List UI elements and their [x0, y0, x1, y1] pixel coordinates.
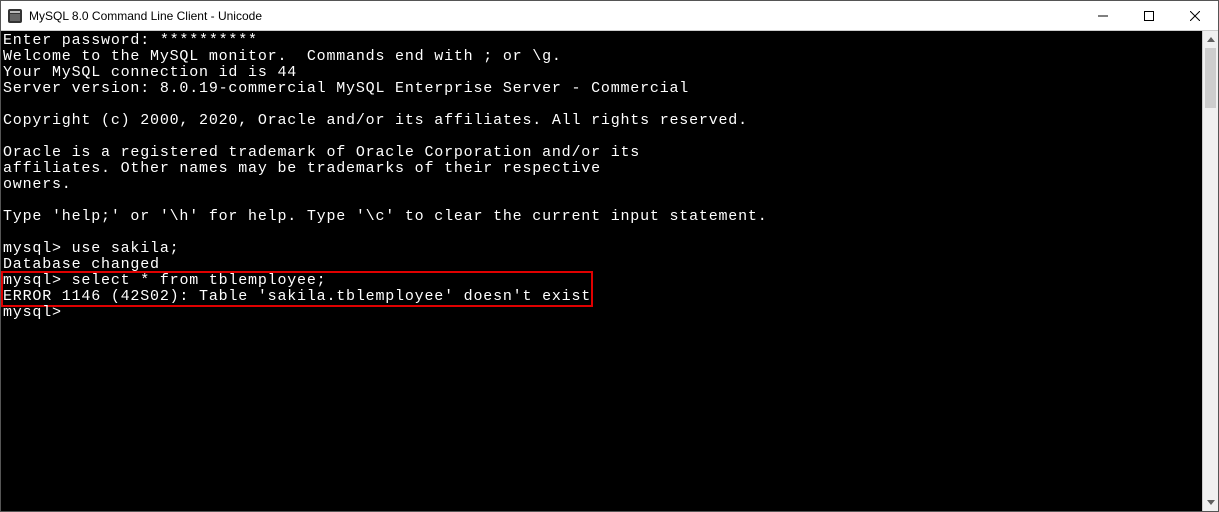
terminal-output[interactable]: Enter password: ********** Welcome to th… — [1, 31, 1202, 511]
line: Copyright (c) 2000, 2020, Oracle and/or … — [3, 112, 748, 129]
prompt: mysql> — [3, 272, 72, 289]
command: use sakila; — [72, 240, 180, 257]
vertical-scrollbar[interactable] — [1202, 31, 1218, 511]
titlebar[interactable]: MySQL 8.0 Command Line Client - Unicode — [1, 1, 1218, 31]
minimize-button[interactable] — [1080, 1, 1126, 30]
maximize-button[interactable] — [1126, 1, 1172, 30]
prompt: mysql> — [3, 304, 62, 321]
prompt: mysql> — [3, 240, 72, 257]
line: Type 'help;' or '\h' for help. Type '\c'… — [3, 208, 768, 225]
scroll-down-arrow-icon[interactable] — [1203, 494, 1218, 511]
scroll-up-arrow-icon[interactable] — [1203, 31, 1218, 48]
line: Your MySQL connection id is 44 — [3, 64, 297, 81]
line: owners. — [3, 176, 72, 193]
highlighted-region: mysql> select * from tblemployee; ERROR … — [3, 273, 591, 305]
line: Enter password: ********** — [3, 32, 258, 49]
scroll-thumb[interactable] — [1205, 48, 1216, 108]
app-icon — [7, 8, 23, 24]
error-line: ERROR 1146 (42S02): Table 'sakila.tblemp… — [3, 288, 591, 305]
response: Database changed — [3, 256, 160, 273]
command: select * from tblemployee; — [72, 272, 327, 289]
line: Oracle is a registered trademark of Orac… — [3, 144, 640, 161]
window-controls — [1080, 1, 1218, 30]
window-title: MySQL 8.0 Command Line Client - Unicode — [29, 9, 1080, 23]
close-button[interactable] — [1172, 1, 1218, 30]
line: Welcome to the MySQL monitor. Commands e… — [3, 48, 562, 65]
line: affiliates. Other names may be trademark… — [3, 160, 601, 177]
line: Server version: 8.0.19-commercial MySQL … — [3, 80, 689, 97]
terminal-wrapper: Enter password: ********** Welcome to th… — [1, 31, 1218, 511]
